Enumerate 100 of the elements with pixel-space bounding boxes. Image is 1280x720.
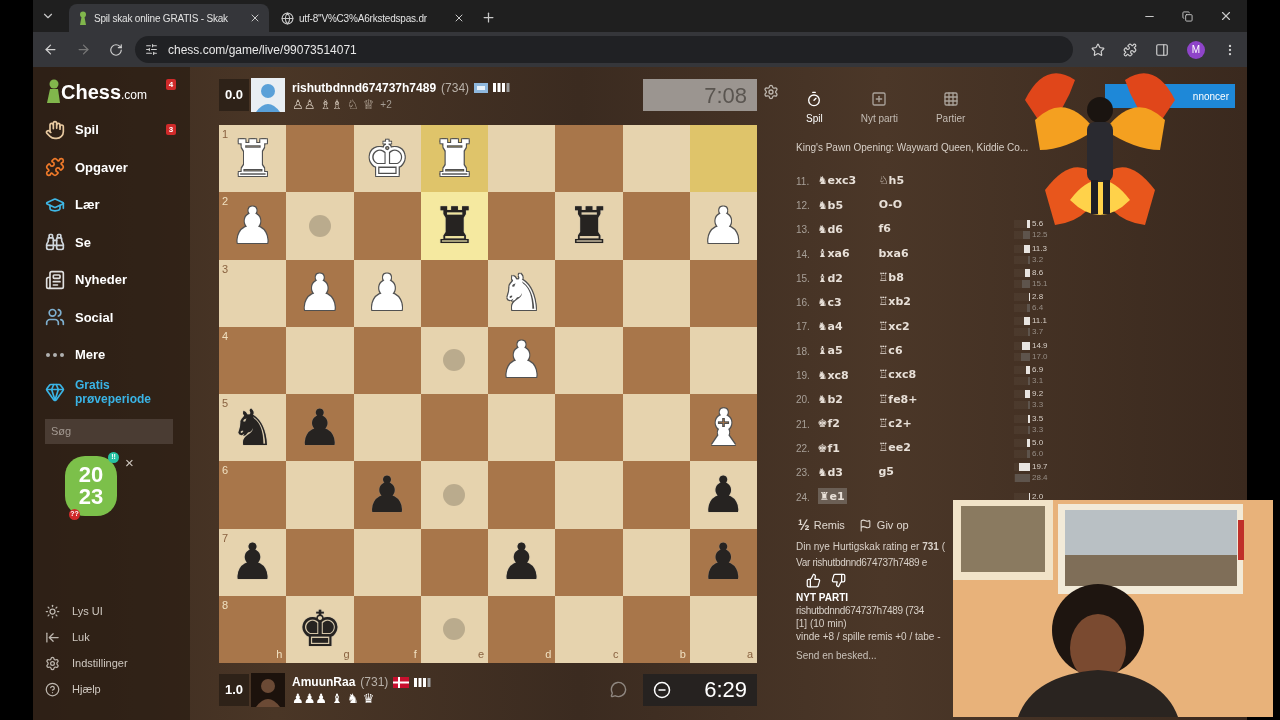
board-square[interactable] [420,326,488,394]
move[interactable]: ♞exc3 [817,172,879,190]
player-name[interactable]: AmuunRaa [292,673,356,691]
thumbs-up-icon[interactable] [806,573,821,589]
close-button[interactable]: × [125,455,134,470]
move[interactable]: ♚f1 [817,439,879,458]
star-icon[interactable] [1091,42,1105,57]
chess-piece[interactable]: ♞ [230,399,276,456]
extensions-icon[interactable] [1123,42,1137,57]
move[interactable]: ♝d2 [817,269,879,288]
nav-item[interactable]: Spil 3 [45,111,176,149]
forward-icon[interactable] [76,42,91,57]
board-square[interactable] [622,326,690,394]
move[interactable]: ♞b5 [817,196,879,215]
panel-tab[interactable]: Nyt parti [860,91,898,126]
close-icon[interactable] [453,12,465,24]
board-square[interactable]: ♟ [488,528,556,596]
chess-piece[interactable]: ♟ [297,399,343,456]
move[interactable]: ♖fe8+ [878,391,1016,409]
nav-item[interactable]: Lær [45,186,176,224]
board-square[interactable]: ♝ [689,394,757,462]
chess-piece[interactable]: ♟ [700,534,746,591]
chess-piece[interactable]: ♟ [364,466,410,523]
chess-piece[interactable]: ♟ [499,534,545,591]
move[interactable]: O-O [878,197,1017,214]
footer-item[interactable]: Indstillinger [45,650,176,676]
board-square[interactable]: a [689,595,757,663]
footer-item[interactable]: Lys UI [45,598,176,624]
board-square[interactable]: e [420,595,488,663]
logo-text[interactable]: Chess [61,81,122,103]
chat-field[interactable]: Send en besked... [796,650,946,663]
board-square[interactable] [689,259,757,327]
board-square[interactable]: ♜ [555,192,623,260]
nav-item[interactable]: Opgaver [45,148,176,186]
restore-icon[interactable] [1182,10,1193,22]
board-square[interactable] [286,192,354,260]
move[interactable]: ♚f2 [817,415,879,433]
profile-avatar[interactable]: M [1187,40,1205,59]
footer-item[interactable]: Hjælp [45,676,176,702]
board-square[interactable]: ♟ [689,461,757,529]
move[interactable]: ♞d3 [817,463,879,482]
back-icon[interactable] [43,42,58,57]
chat-icon[interactable] [610,681,627,698]
move[interactable]: ♝xa6 [817,245,879,263]
move[interactable]: f6 [878,221,1016,238]
board-square[interactable]: ♜ [420,192,488,260]
move[interactable]: ♘h5 [878,172,1017,190]
browser-tab[interactable]: utf-8''V%C3%A6rkstedspas.dr [273,4,473,32]
move[interactable]: ♜e1 [817,488,879,506]
chess-piece[interactable]: ♜ [566,197,612,254]
browser-tab[interactable]: Spil skak online GRATIS - Skak [69,4,269,32]
chess-piece[interactable]: ♜ [431,197,477,254]
board-square[interactable]: c [555,595,623,663]
move[interactable]: g5 [878,464,1016,481]
board-square[interactable] [622,394,690,462]
board-square[interactable]: 3 [219,259,287,327]
trial-link[interactable]: Gratis prøveperiode [45,377,176,406]
board-square[interactable]: ♟ [689,528,757,596]
draw-button[interactable]: ½ Remis [798,515,845,537]
board-square[interactable]: ♟ [286,259,354,327]
chess-piece[interactable]: ♟ [499,332,545,389]
reload-icon[interactable] [109,42,123,57]
close-icon[interactable] [249,12,261,24]
footer-item[interactable]: Luk [45,624,176,650]
chess-piece[interactable]: ♟ [230,197,276,254]
move[interactable]: ♖c2+ [878,415,1016,433]
move[interactable]: ♞d6 [817,221,879,239]
panel-tab[interactable]: Partier [935,91,966,126]
board-square[interactable] [420,528,488,596]
board-square[interactable] [488,125,556,193]
board-square[interactable] [353,528,421,596]
site-info-icon[interactable] [145,43,158,56]
move[interactable]: ♞b2 [817,391,879,409]
move[interactable]: ♖xb2 [878,294,1016,311]
chess-piece[interactable]: ♟ [297,265,343,322]
board-square[interactable]: ♟ [286,394,354,462]
board-square[interactable] [353,394,421,462]
move[interactable]: ♝a5 [817,342,879,360]
close-icon[interactable] [1219,9,1233,23]
chess-piece[interactable]: ♟ [700,466,746,523]
move[interactable]: ♖xc2 [878,318,1016,336]
settings-icon[interactable] [763,84,779,100]
board-square[interactable] [353,326,421,394]
board-square[interactable] [488,394,556,462]
player-name[interactable]: rishutbdnnd674737h7489 [292,78,437,97]
board-square[interactable] [420,394,488,462]
board-square[interactable] [420,259,488,327]
search-field[interactable]: Søg [45,418,173,444]
board-square[interactable] [622,125,690,193]
chess-piece[interactable]: ♝ [700,399,746,456]
move[interactable]: ♖ee2 [878,440,1016,457]
side-panel-icon[interactable] [1155,42,1169,57]
thumbs-down-icon[interactable] [831,573,846,589]
nav-item[interactable]: Nyheder [45,261,176,299]
resign-button[interactable]: Giv op [858,517,909,534]
move[interactable]: ♖b8 [878,270,1016,287]
nav-item[interactable]: Se [45,223,176,261]
move[interactable]: ♖cxc8 [878,367,1016,384]
nav-item[interactable]: Mere [45,336,176,374]
board-square[interactable]: ♟ [488,326,556,394]
